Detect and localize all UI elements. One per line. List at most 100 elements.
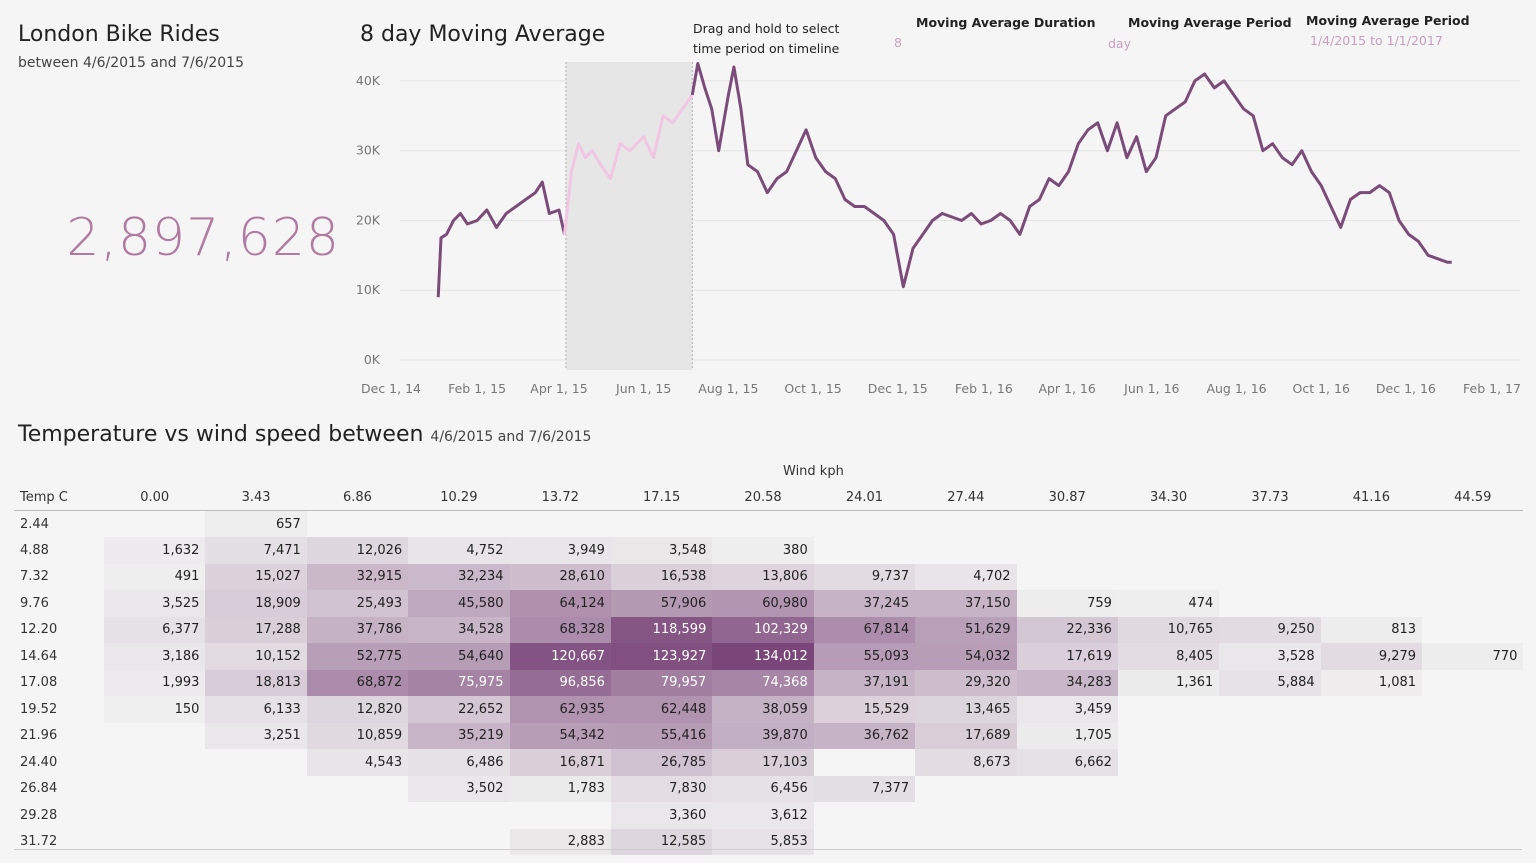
heatmap-cell[interactable]: [1017, 537, 1118, 564]
moving-average-line-chart[interactable]: 0K 10K 20K 30K 40K Dec 1, 14 Feb 1, 15 Apr 1, 1…: [340, 60, 1520, 405]
heatmap-cell[interactable]: [915, 829, 1016, 856]
heatmap-cell[interactable]: [1321, 590, 1422, 617]
heatmap-cell[interactable]: [307, 776, 408, 803]
heatmap-cell[interactable]: 62,935: [509, 696, 611, 723]
heatmap-cell[interactable]: 491: [104, 563, 206, 590]
heatmap-cell[interactable]: 79,957: [610, 669, 713, 696]
heatmap-cell[interactable]: 29,320: [915, 669, 1017, 696]
heatmap-cell[interactable]: [1321, 749, 1422, 776]
heatmap-cell[interactable]: 134,012: [712, 643, 814, 670]
heatmap-cell[interactable]: [1321, 723, 1422, 750]
heatmap-cell[interactable]: 37,245: [813, 590, 916, 617]
heatmap-cell[interactable]: 25,493: [306, 590, 409, 617]
heatmap-cell[interactable]: [408, 802, 509, 829]
heatmap-cell[interactable]: 10,859: [306, 722, 409, 749]
heatmap-cell[interactable]: 123,927: [610, 643, 713, 670]
heatmap-cell[interactable]: 54,032: [915, 643, 1017, 670]
heatmap-cell[interactable]: 17,288: [205, 616, 307, 643]
heatmap-cell[interactable]: [1321, 829, 1422, 856]
heatmap-cell[interactable]: 770: [1422, 643, 1524, 670]
heatmap-cell[interactable]: 52,775: [306, 643, 409, 670]
heatmap-cell[interactable]: 3,360: [610, 802, 713, 829]
heatmap-cell[interactable]: [1422, 617, 1523, 644]
heatmap-cell[interactable]: 45,580: [408, 590, 510, 617]
heatmap-cell[interactable]: [307, 802, 408, 829]
heatmap-cell[interactable]: [307, 511, 408, 538]
heatmap-cell[interactable]: 51,629: [915, 616, 1017, 643]
heatmap-cell[interactable]: 7,830: [610, 775, 713, 802]
heatmap-cell[interactable]: 17,103: [712, 749, 814, 776]
heatmap-cell[interactable]: [814, 749, 915, 776]
heatmap-cell[interactable]: 32,234: [408, 563, 510, 590]
heatmap-cell[interactable]: 7,377: [813, 775, 916, 802]
heatmap-cell[interactable]: 10,152: [205, 643, 307, 670]
heatmap-cell[interactable]: [814, 802, 915, 829]
heatmap-cell[interactable]: [915, 776, 1016, 803]
heatmap-cell[interactable]: [712, 511, 813, 538]
heatmap-cell[interactable]: [1422, 749, 1523, 776]
heatmap-cell[interactable]: [1422, 537, 1523, 564]
heatmap-cell[interactable]: 34,283: [1016, 669, 1118, 696]
heatmap-cell[interactable]: [1321, 511, 1422, 538]
heatmap-cell[interactable]: [1118, 696, 1219, 723]
heatmap-cell[interactable]: [611, 511, 712, 538]
heatmap-cell[interactable]: [104, 776, 205, 803]
heatmap-cell[interactable]: [814, 829, 915, 856]
heatmap-cell[interactable]: 37,191: [813, 669, 916, 696]
heatmap-cell[interactable]: 22,336: [1016, 616, 1118, 643]
heatmap-cell[interactable]: 60,980: [712, 590, 814, 617]
heatmap-cell[interactable]: 22,652: [408, 696, 510, 723]
heatmap-cell[interactable]: [915, 802, 1016, 829]
heatmap-cell[interactable]: [1219, 802, 1320, 829]
heatmap-cell[interactable]: [1219, 723, 1320, 750]
heatmap-cell[interactable]: 150: [104, 696, 206, 723]
heatmap-cell[interactable]: [1219, 776, 1320, 803]
heatmap-cell[interactable]: [1017, 511, 1118, 538]
heatmap-cell[interactable]: 657: [205, 510, 307, 537]
heatmap-cell[interactable]: 12,026: [306, 537, 409, 564]
heatmap-cell[interactable]: 28,610: [509, 563, 611, 590]
heatmap-cell[interactable]: [104, 802, 205, 829]
heatmap-cell[interactable]: [1118, 749, 1219, 776]
heatmap-cell[interactable]: [408, 511, 509, 538]
heatmap-cell[interactable]: 1,705: [1016, 722, 1118, 749]
ma-duration-value[interactable]: 8: [894, 35, 902, 50]
heatmap-cell[interactable]: 1,632: [104, 537, 206, 564]
heatmap-cell[interactable]: 32,915: [306, 563, 409, 590]
heatmap-cell[interactable]: 2,883: [509, 828, 611, 855]
heatmap-cell[interactable]: 6,377: [104, 616, 206, 643]
heatmap-cell[interactable]: 39,870: [712, 722, 814, 749]
heatmap-cell[interactable]: 15,529: [813, 696, 916, 723]
heatmap-cell[interactable]: 3,949: [509, 537, 611, 564]
heatmap-cell[interactable]: 3,612: [712, 802, 814, 829]
heatmap-cell[interactable]: 380: [712, 537, 814, 564]
heatmap-cell[interactable]: [1118, 829, 1219, 856]
heatmap-cell[interactable]: [915, 511, 1016, 538]
heatmap-cell[interactable]: 120,667: [509, 643, 611, 670]
heatmap-cell[interactable]: 17,619: [1016, 643, 1118, 670]
heatmap-cell[interactable]: [205, 776, 306, 803]
heatmap-cell[interactable]: [104, 829, 205, 856]
heatmap-cell[interactable]: 9,737: [813, 563, 916, 590]
heatmap-cell[interactable]: [1422, 511, 1523, 538]
heatmap-cell[interactable]: [1017, 564, 1118, 591]
heatmap-cell[interactable]: 67,814: [813, 616, 916, 643]
heatmap-cell[interactable]: 54,342: [509, 722, 611, 749]
ma-period-value[interactable]: day: [1108, 36, 1131, 51]
heatmap-cell[interactable]: [205, 749, 306, 776]
heatmap-cell[interactable]: 8,673: [915, 749, 1017, 776]
heatmap-cell[interactable]: [814, 511, 915, 538]
heatmap-cell[interactable]: [205, 802, 306, 829]
heatmap-cell[interactable]: [408, 829, 509, 856]
heatmap-cell[interactable]: 13,465: [915, 696, 1017, 723]
heatmap-cell[interactable]: 18,909: [205, 590, 307, 617]
heatmap-cell[interactable]: 74,368: [712, 669, 814, 696]
heatmap-cell[interactable]: 3,459: [1016, 696, 1118, 723]
heatmap-cell[interactable]: 36,762: [813, 722, 916, 749]
heatmap-cell[interactable]: 15,027: [205, 563, 307, 590]
heatmap-cell[interactable]: 474: [1117, 590, 1220, 617]
heatmap-cell[interactable]: 13,806: [712, 563, 814, 590]
heatmap-cell[interactable]: 3,528: [1219, 643, 1321, 670]
heatmap-cell[interactable]: [1422, 696, 1523, 723]
heatmap-cell[interactable]: 3,548: [610, 537, 713, 564]
